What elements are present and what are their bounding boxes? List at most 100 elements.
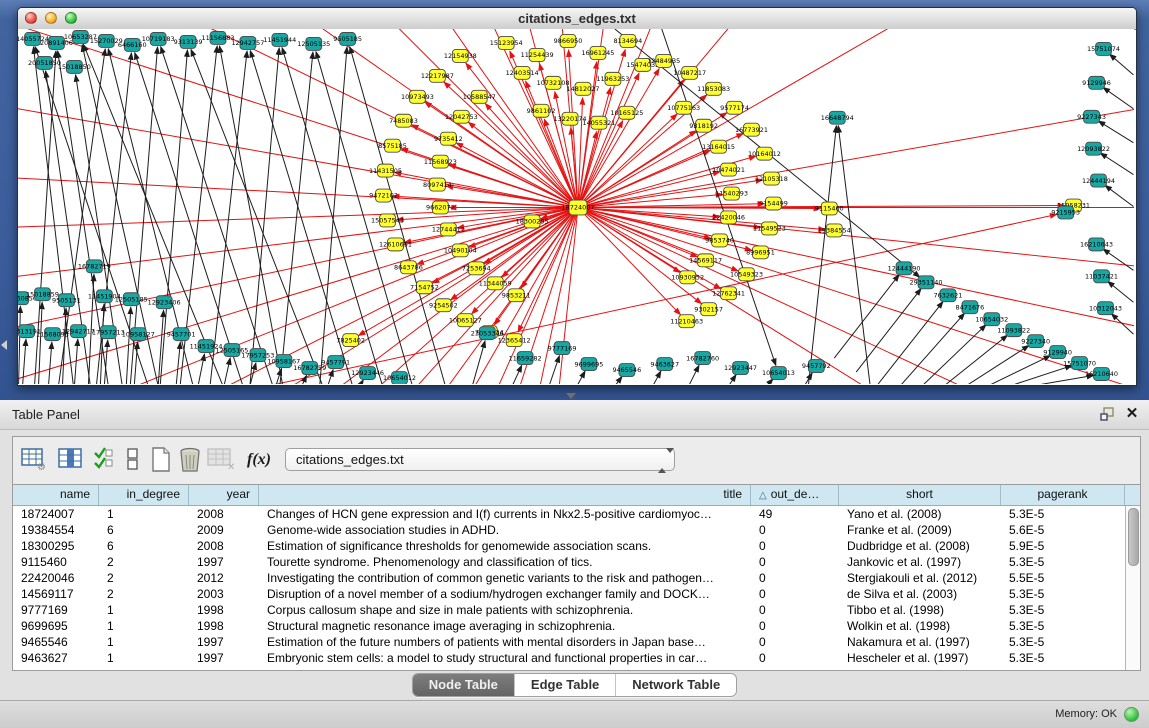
graph-node[interactable]: 18300295	[516, 215, 549, 228]
column-header-title[interactable]: title	[259, 485, 751, 505]
graph-node[interactable]: 9463627	[650, 358, 679, 371]
graph-node[interactable]: 12923447	[724, 362, 757, 375]
network-view-window[interactable]: citations_edges.txt 12154938 12217987 1097…	[17, 7, 1137, 386]
table-selector-dropdown[interactable]: citations_edges.txt	[285, 448, 675, 471]
graph-node[interactable]: 8471676	[955, 301, 984, 314]
graph-node[interactable]: 12923406	[148, 296, 181, 309]
table-row[interactable]: 911546021997Tourette syndrome. Phenomeno…	[13, 554, 1126, 570]
graph-node[interactable]: 11344059	[479, 277, 512, 290]
graph-node[interactable]: 11210463	[670, 315, 703, 328]
graph-node[interactable]: 16782760	[686, 352, 719, 365]
graph-node[interactable]: 14569117	[689, 254, 722, 267]
left-splitter-collapse-icon[interactable]	[1, 340, 7, 350]
graph-node[interactable]: 16210643	[1080, 238, 1113, 251]
graph-node[interactable]: 11549523	[753, 222, 786, 235]
graph-node[interactable]: 9861102	[527, 104, 556, 117]
float-panel-icon[interactable]	[1100, 407, 1116, 421]
graph-node[interactable]: 15751074	[1087, 42, 1120, 55]
graph-node[interactable]: 12942757	[231, 36, 264, 49]
graph-node[interactable]: 7632621	[934, 289, 963, 302]
scrollbar-thumb[interactable]	[1128, 508, 1139, 566]
graph-node[interactable]: 9115460	[815, 202, 844, 215]
graph-node[interactable]: 10490104	[444, 244, 477, 257]
graph-node[interactable]: 9465546	[612, 364, 641, 377]
graph-node[interactable]: 16782719	[78, 260, 111, 273]
table-row[interactable]: 1872400712008Changes of HCN gene express…	[13, 506, 1126, 522]
graph-node[interactable]: 20051850	[28, 56, 61, 69]
graph-node[interactable]: 7154752	[410, 281, 439, 294]
network-graph[interactable]: 1215493812217987109734937485083857518511…	[18, 29, 1134, 384]
graph-node[interactable]: 19384554	[818, 224, 851, 237]
graph-node[interactable]: 12154938	[444, 49, 477, 62]
graph-node[interactable]: 9505185	[333, 32, 362, 45]
graph-node[interactable]: 10474021	[712, 163, 745, 176]
graph-node[interactable]: 9318192	[689, 119, 718, 132]
graph-node[interactable]: 16961245	[581, 46, 614, 59]
table-row[interactable]: 977716911998Corpus callosum shape and si…	[13, 602, 1126, 618]
graph-node[interactable]: 11093822	[997, 324, 1030, 337]
graph-node[interactable]: 9853211	[502, 289, 531, 302]
graph-node[interactable]: 12444190	[888, 262, 921, 275]
graph-node[interactable]: 11853083	[697, 82, 730, 95]
graph-node[interactable]: 8097414	[423, 178, 452, 191]
graph-node[interactable]: 8134694	[613, 34, 642, 47]
graph-node[interactable]: 10654012	[383, 372, 416, 384]
tab-network-table[interactable]: Network Table	[615, 674, 736, 696]
graph-node[interactable]: 12762341	[712, 287, 745, 300]
graph-node[interactable]: 12217987	[421, 69, 454, 82]
graph-node[interactable]: 10732108	[537, 76, 570, 89]
graph-node[interactable]: 12042753	[445, 110, 478, 123]
graph-node[interactable]: 11254439	[521, 48, 554, 61]
graph-node[interactable]: 12444194	[1082, 174, 1115, 187]
graph-node[interactable]: 9457701	[167, 328, 196, 341]
function-builder-icon[interactable]: f(x)	[247, 447, 275, 473]
graph-node[interactable]: 9227340	[1021, 335, 1050, 348]
graph-node[interactable]: 12105318	[755, 172, 788, 185]
graph-node[interactable]: 10654032	[975, 313, 1008, 326]
graph-node[interactable]: 9472102	[369, 189, 398, 202]
graph-node[interactable]: 11156883	[202, 31, 235, 44]
graph-node[interactable]: 11659282	[509, 352, 542, 365]
graph-node[interactable]: 11451944	[263, 33, 296, 46]
graph-node[interactable]: 16648794	[821, 111, 854, 124]
graph-node[interactable]: 15751070	[1063, 357, 1096, 370]
graph-node[interactable]: 11540293	[715, 187, 748, 200]
graph-node[interactable]: 10065127	[449, 314, 482, 327]
graph-node[interactable]: 11963253	[596, 72, 629, 85]
graph-node[interactable]: 12505185	[115, 293, 148, 306]
graph-node[interactable]: 9735412	[434, 132, 463, 145]
table-mode-icon[interactable]: ⚙	[21, 447, 49, 473]
graph-node[interactable]: 16773921	[735, 123, 768, 136]
graph-node[interactable]: 15018850	[58, 60, 91, 73]
graph-node[interactable]: 16210640	[1085, 368, 1118, 381]
graph-node[interactable]: 9215953	[1051, 206, 1080, 219]
column-header-pagerank[interactable]: pagerank	[1001, 485, 1125, 505]
graph-node[interactable]: 9777169	[548, 342, 577, 355]
table-row[interactable]: 1456911722003Disruption of a novel membe…	[13, 586, 1126, 602]
graph-node[interactable]: 10973493	[401, 90, 434, 103]
window-titlebar[interactable]: citations_edges.txt	[18, 8, 1136, 30]
graph-node[interactable]: 10165125	[610, 106, 643, 119]
graph-node[interactable]: 9505131	[52, 294, 81, 307]
graph-node[interactable]: 9313139	[174, 35, 203, 48]
table-row[interactable]: 1938455462009Genome-wide association stu…	[13, 522, 1126, 538]
graph-node[interactable]: 10312043	[1089, 302, 1122, 315]
table-row[interactable]: 1830029562008Estimation of significance …	[13, 538, 1126, 554]
column-header-year[interactable]: year	[189, 485, 259, 505]
close-panel-icon[interactable]: ✕	[1124, 405, 1140, 423]
table-row[interactable]: 2242004622012Investigating the contribut…	[13, 570, 1126, 586]
graph-node[interactable]: 10775163	[667, 101, 700, 114]
graph-node[interactable]: 10549323	[730, 268, 763, 281]
graph-node[interactable]: 10164012	[748, 147, 781, 160]
delete-table-icon[interactable]	[177, 447, 205, 473]
graph-node[interactable]: 9129946	[1082, 76, 1111, 89]
graph-node[interactable]: 10930952	[671, 271, 704, 284]
graph-node[interactable]: 9699695	[575, 358, 604, 371]
show-columns-icon[interactable]	[58, 447, 86, 473]
graph-node[interactable]: 7825402	[336, 334, 365, 347]
table-row[interactable]: 946554611997Estimation of the future num…	[13, 634, 1126, 650]
vertical-scrollbar[interactable]	[1125, 506, 1140, 670]
graph-node[interactable]: 10588547	[463, 90, 496, 103]
graph-node[interactable]: 11037421	[1085, 270, 1118, 283]
select-visible-columns-icon[interactable]	[93, 447, 121, 473]
